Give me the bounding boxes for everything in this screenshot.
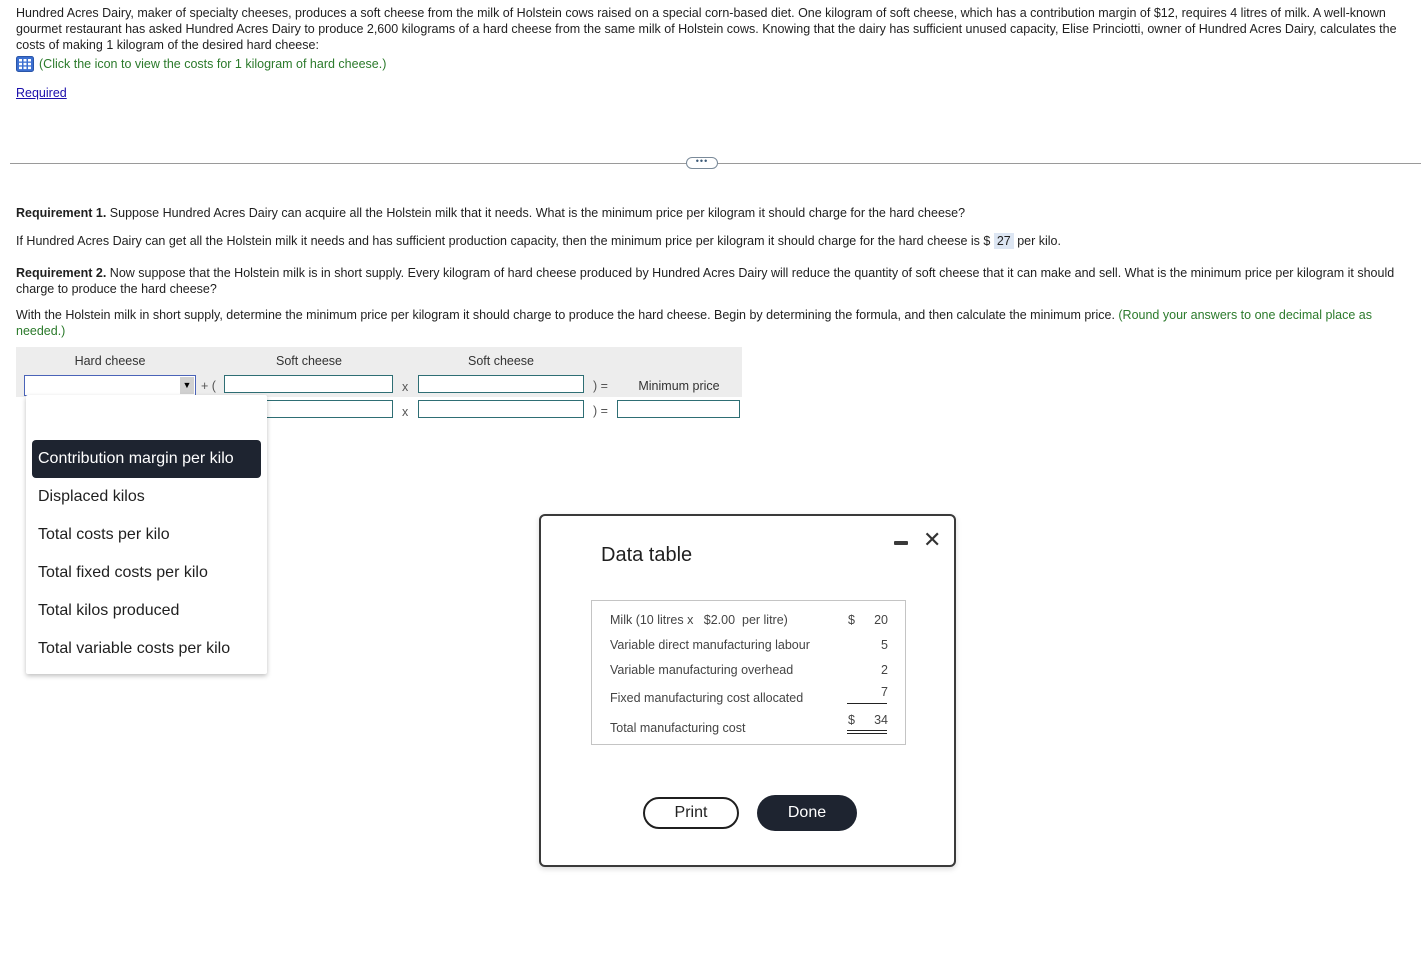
cost-row-label: Variable manufacturing overhead: [610, 663, 794, 677]
header-soft-cheese-2: Soft cheese: [467, 354, 534, 368]
problem-intro: Hundred Acres Dairy, maker of specialty …: [16, 6, 1397, 52]
dropdown-option[interactable]: Total costs per kilo: [32, 516, 261, 554]
expand-more-button[interactable]: •••: [686, 157, 718, 169]
dropdown-option[interactable]: Contribution margin per kilo: [32, 440, 261, 478]
answer-suffix: per kilo.: [1013, 234, 1061, 248]
cost-row-label: Milk (10 litres x $2.00 per litre): [610, 613, 788, 627]
answer-value-field[interactable]: 27: [993, 233, 1014, 249]
close-paren-equals-row2: ) =: [593, 404, 608, 418]
total-row-value: 34: [874, 713, 888, 727]
dropdown-option[interactable]: Displaced kilos: [32, 478, 261, 516]
requirement-2-label: Requirement 2.: [16, 266, 107, 280]
cost-row-label: Variable direct manufacturing labour: [610, 638, 810, 652]
minimum-price-label: Minimum price: [638, 379, 720, 393]
cost-data-table: Milk (10 litres x $2.00 per litre) $ 20 …: [591, 600, 906, 745]
row1-soft-cheese-input-2[interactable]: [418, 375, 584, 393]
hard-cheese-select[interactable]: ▼: [24, 375, 196, 396]
requirement-1-text: Suppose Hundred Acres Dairy can acquire …: [106, 206, 966, 220]
total-row-currency: $: [848, 713, 855, 727]
requirement-1-question: Requirement 1. Suppose Hundred Acres Dai…: [16, 205, 1416, 221]
total-double-rule-top: [847, 730, 887, 731]
close-icon[interactable]: ✕: [923, 528, 941, 552]
data-table-dialog: Data table ✕ Milk (10 litres x $2.00 per…: [539, 514, 956, 867]
times-sign-row2: x: [402, 405, 409, 419]
plus-open-paren: + (: [201, 379, 216, 393]
requirement-2-instruction: With the Holstein milk in short supply, …: [16, 307, 1416, 339]
dialog-title: Data table: [601, 544, 693, 566]
dropdown-option[interactable]: Total fixed costs per kilo: [32, 554, 261, 592]
hard-cheese-dropdown-list[interactable]: Contribution margin per kilo Displaced k…: [26, 395, 267, 674]
subtotal-rule: [847, 703, 887, 704]
requirement-2-question: Requirement 2. Now suppose that the Hols…: [16, 265, 1416, 297]
done-button[interactable]: Done: [757, 795, 857, 831]
dropdown-option[interactable]: Total kilos produced: [32, 592, 261, 630]
row2-soft-cheese-input-2[interactable]: [418, 400, 584, 418]
data-table-link[interactable]: (Click the icon to view the costs for 1 …: [16, 56, 386, 72]
instruction-text: With the Holstein milk in short supply, …: [16, 308, 1119, 322]
dropdown-arrow-icon[interactable]: ▼: [180, 377, 194, 394]
row1-soft-cheese-input-1[interactable]: [224, 375, 393, 393]
cost-row-value: 2: [881, 663, 888, 677]
answer-prefix: If Hundred Acres Dairy can get all the H…: [16, 234, 994, 248]
header-soft-cheese-1: Soft cheese: [275, 354, 342, 368]
requirement-1-answer: If Hundred Acres Dairy can get all the H…: [16, 233, 1416, 249]
minimum-price-input[interactable]: [617, 400, 740, 418]
data-table-grid-icon[interactable]: [16, 56, 34, 72]
cost-row-value: 20: [874, 613, 888, 627]
total-row-label: Total manufacturing cost: [610, 721, 746, 735]
cost-row-currency: $: [848, 613, 855, 627]
required-link[interactable]: Required: [16, 86, 67, 100]
close-paren-equals-row1: ) =: [593, 379, 608, 393]
requirement-1-label: Requirement 1.: [16, 206, 107, 220]
minimize-icon[interactable]: [894, 541, 908, 545]
header-hard-cheese: Hard cheese: [74, 354, 146, 368]
requirement-2-text: Now suppose that the Holstein milk is in…: [16, 266, 1395, 296]
cost-row-value: 7: [881, 685, 888, 699]
data-table-link-text[interactable]: (Click the icon to view the costs for 1 …: [39, 57, 386, 71]
dropdown-option[interactable]: Total variable costs per kilo: [32, 630, 261, 668]
cost-row-label: Fixed manufacturing cost allocated: [610, 691, 804, 705]
cost-row-value: 5: [881, 638, 888, 652]
print-button[interactable]: Print: [643, 797, 739, 829]
times-sign-row1: x: [402, 380, 409, 394]
total-double-rule-bottom: [847, 733, 887, 734]
